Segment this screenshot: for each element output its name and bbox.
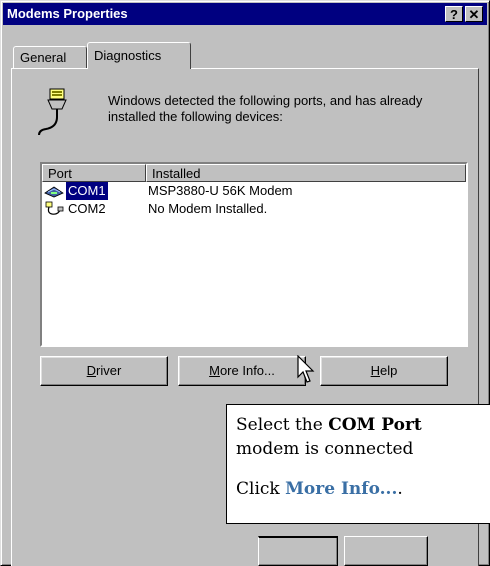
help-mnemonic: H xyxy=(370,363,381,378)
list-item[interactable]: COM2 No Modem Installed. xyxy=(44,200,464,218)
ok-button[interactable] xyxy=(258,536,338,566)
help-dialog-button[interactable]: Help xyxy=(320,356,448,386)
ports-list[interactable]: Port Installed COM1 MSP3880-U 56K Modem … xyxy=(40,162,468,347)
callout-line-3-text: Click xyxy=(236,479,286,499)
intro-text: Windows detected the following ports, an… xyxy=(108,93,423,124)
close-button[interactable]: ✕ xyxy=(465,6,483,22)
title-bar[interactable]: Modems Properties ? ✕ xyxy=(3,3,487,25)
port-name: COM1 xyxy=(66,182,108,200)
driver-label: river xyxy=(96,363,122,378)
more-info-button[interactable]: More Info... xyxy=(178,356,306,386)
callout-line-3-end: . xyxy=(397,479,403,499)
installed-device: No Modem Installed. xyxy=(148,201,268,216)
help-icon: ? xyxy=(450,7,458,22)
more-info-label: ore Info... xyxy=(219,363,275,378)
callout-line-3: Click More Info.... xyxy=(236,477,403,501)
port-cable-icon xyxy=(45,201,64,215)
mouse-pointer-icon xyxy=(297,355,315,383)
callout-line-1: Select the COM Port xyxy=(236,413,422,437)
driver-mnemonic: D xyxy=(86,363,97,378)
window-title: Modems Properties xyxy=(7,6,128,21)
tab-diagnostics[interactable]: Diagnostics xyxy=(87,42,191,69)
callout-com-port: COM Port xyxy=(328,415,422,435)
help-label: elp xyxy=(380,363,398,378)
phone-connector-icon xyxy=(38,88,67,136)
help-button[interactable]: ? xyxy=(445,6,463,22)
installed-device: MSP3880-U 56K Modem xyxy=(148,183,293,198)
tab-general-label: General xyxy=(20,50,67,65)
more-info-mnemonic: M xyxy=(209,363,220,378)
list-item[interactable]: COM1 MSP3880-U 56K Modem xyxy=(44,182,464,200)
driver-button[interactable]: Driver xyxy=(40,356,168,386)
close-icon: ✕ xyxy=(468,7,480,22)
cancel-button[interactable] xyxy=(344,536,428,566)
column-header-port[interactable]: Port xyxy=(42,164,146,182)
callout-more-info: More Info... xyxy=(285,479,398,499)
column-header-installed[interactable]: Installed xyxy=(146,164,466,182)
modem-icon xyxy=(44,186,64,198)
tab-general[interactable]: General xyxy=(13,46,87,68)
port-name: COM2 xyxy=(68,201,106,216)
instruction-callout: Select the COM Port modem is connected C… xyxy=(226,404,490,524)
tab-diagnostics-label: Diagnostics xyxy=(94,48,162,63)
callout-line-1-text: Select the xyxy=(236,415,329,435)
callout-line-2: modem is connected xyxy=(236,439,414,459)
